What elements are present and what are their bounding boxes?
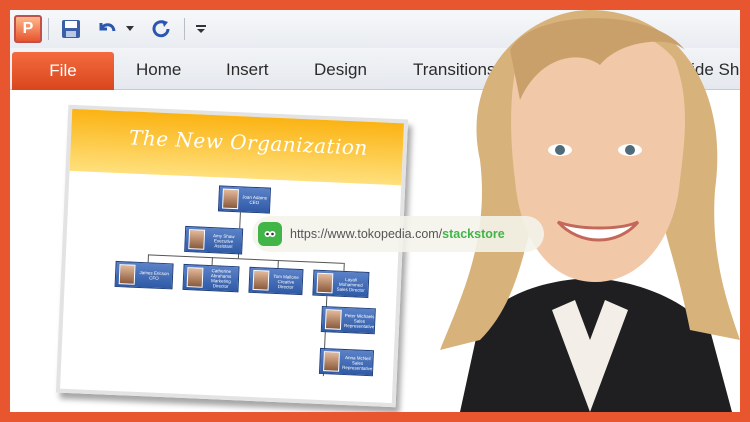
org-node: Layali Mohammed Sales Director [312, 269, 370, 298]
connector-line [147, 254, 344, 264]
connector-line [343, 262, 345, 271]
store-url-badge[interactable]: https://www.tokopedia.com/stackstore [252, 216, 544, 252]
avatar [316, 272, 334, 294]
connector-line [239, 212, 241, 229]
slide-title: The New Organization [128, 125, 369, 160]
org-node: Anna McNeil Sales Representative [318, 347, 375, 377]
store-url-prefix: https://www.tokopedia.com/ [290, 227, 443, 241]
toolbar-separator [48, 18, 49, 40]
connector-line [211, 257, 213, 266]
presenter-photo [440, 10, 740, 412]
avatar [252, 269, 270, 291]
powerpoint-logo-icon[interactable]: P [14, 15, 42, 43]
org-node: James Ericson CFO [114, 260, 174, 290]
connector-line [147, 254, 149, 263]
org-node: Catherine Abrahams Marketing Director [182, 263, 240, 293]
avatar [186, 267, 204, 288]
org-node: Joan Adams CEO [217, 185, 272, 214]
avatar [323, 351, 340, 372]
tab-file[interactable]: File [12, 52, 114, 90]
tokopedia-logo-icon [258, 222, 282, 246]
org-node: Tom Mallone Creative Director [248, 266, 304, 296]
dropdown-arrow-icon[interactable] [122, 15, 138, 43]
avatar [188, 229, 206, 250]
customize-toolbar-icon[interactable] [192, 15, 210, 43]
store-url-name: stackstore [442, 227, 505, 241]
org-node: Amy Shaw Executive Assistant [184, 225, 244, 255]
tab-home[interactable]: Home [136, 60, 181, 80]
undo-icon[interactable] [94, 15, 120, 43]
avatar [118, 264, 136, 285]
slide-preview[interactable]: The New Organization Joan Adams CEO Amy S… [55, 104, 409, 408]
avatar [324, 309, 342, 330]
toolbar-separator [184, 18, 185, 40]
avatar [222, 188, 239, 210]
tab-design[interactable]: Design [314, 60, 367, 80]
redo-icon[interactable] [148, 15, 174, 43]
tab-insert[interactable]: Insert [226, 60, 269, 80]
save-icon[interactable] [58, 15, 84, 43]
connector-line [277, 260, 279, 269]
app-window: P File Home Insert Design Transitions Sl… [10, 10, 740, 412]
slide-title-banner: The New Organization [69, 108, 404, 186]
org-node: Peter Michaels Sales Representative [320, 305, 376, 335]
